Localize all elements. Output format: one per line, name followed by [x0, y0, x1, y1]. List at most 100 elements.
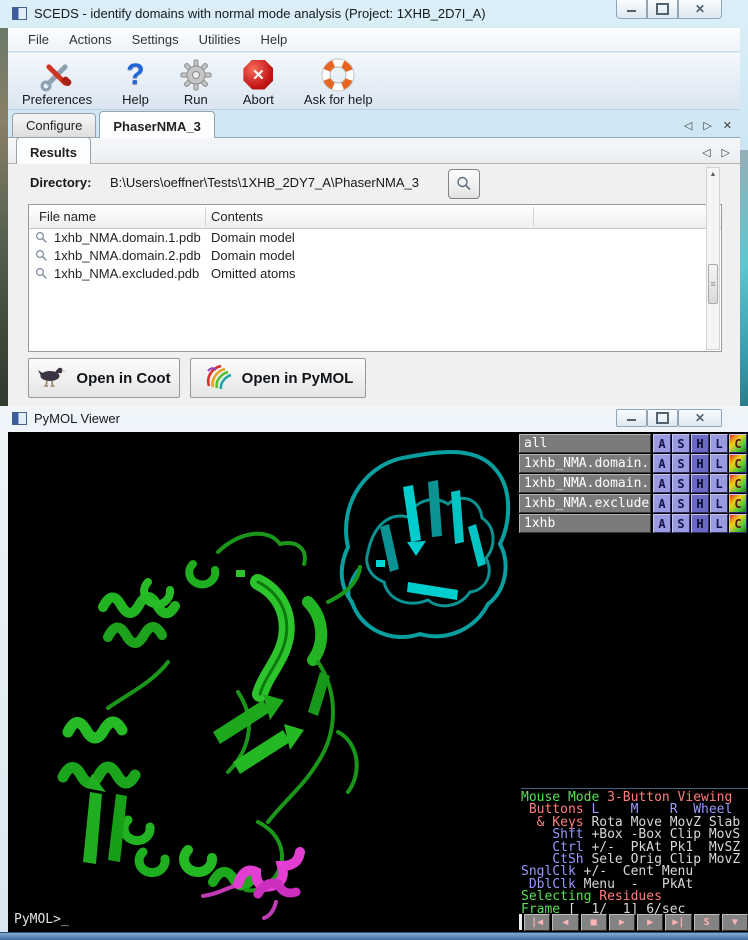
open-in-pymol-button[interactable]: Open in PyMOL — [190, 358, 366, 398]
pymol-gl-area: PyMOL>_ all A S H L C 1xhb_NMA.domain. A… — [8, 432, 748, 932]
menu-help[interactable]: Help — [250, 30, 297, 49]
scroll-thumb[interactable]: ≡ — [708, 264, 718, 304]
preferences-button[interactable]: Preferences — [22, 57, 92, 107]
object-name[interactable]: all — [519, 434, 651, 453]
action-button[interactable]: A — [653, 514, 671, 533]
abort-button[interactable]: ✕ Abort — [243, 57, 274, 107]
object-name[interactable]: 1xhb_NMA.domain. — [519, 474, 651, 493]
tab-configure[interactable]: Configure — [12, 113, 96, 137]
play-button[interactable]: ▶ — [609, 914, 635, 931]
protein-structure-viewport[interactable] — [8, 432, 519, 932]
panel-menu-button[interactable]: ▼ — [722, 914, 748, 931]
scene-button[interactable]: S — [694, 914, 720, 931]
menu-utilities[interactable]: Utilities — [189, 30, 251, 49]
panel-grip[interactable] — [519, 914, 522, 930]
menu-actions[interactable]: Actions — [59, 30, 122, 49]
ask-for-help-button[interactable]: Ask for help — [304, 57, 373, 107]
tab-close-icon[interactable]: ✕ — [723, 119, 732, 132]
toolbar-label: Preferences — [22, 92, 92, 107]
hide-button[interactable]: H — [691, 494, 709, 513]
file-contents: Domain model — [211, 230, 295, 245]
label-button[interactable]: L — [710, 474, 728, 493]
maximize-button[interactable] — [647, 409, 678, 427]
close-button[interactable]: ✕ — [678, 409, 722, 427]
lifebuoy-icon — [321, 57, 355, 92]
show-button[interactable]: S — [672, 474, 690, 493]
sceds-titlebar[interactable]: SCEDS - identify domains with normal mod… — [0, 0, 748, 28]
step-back-button[interactable]: ◀ — [552, 914, 578, 931]
minimize-button[interactable] — [616, 0, 647, 19]
column-contents[interactable]: Contents — [211, 209, 263, 224]
scroll-up-icon[interactable]: ▲ — [707, 168, 719, 180]
directory-label: Directory: — [30, 175, 91, 190]
go-to-start-button[interactable]: |◀ — [524, 914, 550, 931]
color-button[interactable]: C — [729, 454, 747, 473]
table-row[interactable]: 1xhb_NMA.domain.1.pdb Domain model — [29, 229, 721, 247]
browse-directory-button[interactable] — [448, 169, 480, 199]
sceds-window: SCEDS - identify domains with normal mod… — [0, 0, 748, 406]
show-button[interactable]: S — [672, 434, 690, 453]
close-button[interactable]: ✕ — [678, 0, 722, 19]
table-row[interactable]: 1xhb_NMA.domain.2.pdb Domain model — [29, 247, 721, 265]
window-title: SCEDS - identify domains with normal mod… — [34, 6, 486, 21]
object-name[interactable]: 1xhb — [519, 514, 651, 533]
scrollbar[interactable]: ▲ ≡ — [706, 167, 720, 350]
menu-file[interactable]: File — [18, 30, 59, 49]
menu-settings[interactable]: Settings — [122, 30, 189, 49]
minimize-icon — [627, 7, 636, 12]
label-button[interactable]: L — [710, 514, 728, 533]
color-button[interactable]: C — [729, 514, 747, 533]
tab-phasernma3[interactable]: PhaserNMA_3 — [99, 111, 214, 138]
hide-button[interactable]: H — [691, 434, 709, 453]
table-row[interactable]: 1xhb_NMA.excluded.pdb Omitted atoms — [29, 265, 721, 283]
pymol-titlebar[interactable]: PyMOL Viewer ✕ — [0, 406, 748, 434]
maximize-button[interactable] — [647, 0, 678, 19]
label-button[interactable]: L — [710, 454, 728, 473]
tab-results[interactable]: Results — [16, 137, 91, 164]
object-row: 1xhb A S H L C — [519, 514, 748, 533]
go-to-end-button[interactable]: ▶| — [665, 914, 691, 931]
stop-octagon-icon: ✕ — [243, 60, 273, 90]
color-button[interactable]: C — [729, 474, 747, 493]
subtab-scroll-right-icon[interactable]: ▷ — [722, 146, 730, 159]
action-button[interactable]: A — [653, 494, 671, 513]
tab-scroll-left-icon[interactable]: ◁ — [684, 119, 692, 132]
hide-button[interactable]: H — [691, 454, 709, 473]
step-forward-button[interactable]: ▶ — [637, 914, 663, 931]
color-button[interactable]: C — [729, 494, 747, 513]
help-button[interactable]: ? Help — [122, 57, 149, 107]
files-table: File name Contents 1xhb_NMA.domain.1.pdb… — [28, 204, 722, 352]
screen: SCEDS - identify domains with normal mod… — [0, 0, 748, 940]
mouse-mode-panel: Mouse Mode 3-Button Viewing Buttons L M … — [521, 788, 748, 916]
toolbar-label: Abort — [243, 92, 274, 107]
pymol-command-prompt[interactable]: PyMOL>_ — [14, 912, 69, 927]
show-button[interactable]: S — [672, 514, 690, 533]
window-title: PyMOL Viewer — [34, 411, 120, 426]
label-button[interactable]: L — [710, 434, 728, 453]
file-contents: Domain model — [211, 248, 295, 263]
label-button[interactable]: L — [710, 494, 728, 513]
action-button[interactable]: A — [653, 474, 671, 493]
run-button[interactable]: Run — [179, 57, 213, 107]
object-name[interactable]: 1xhb_NMA.exclude — [519, 494, 651, 513]
color-button[interactable]: C — [729, 434, 747, 453]
hide-button[interactable]: H — [691, 514, 709, 533]
hide-button[interactable]: H — [691, 474, 709, 493]
open-in-coot-button[interactable]: Open in Coot — [28, 358, 180, 398]
object-row: all A S H L C — [519, 434, 748, 453]
subtab-scroll-left-icon[interactable]: ◁ — [702, 146, 710, 159]
action-button[interactable]: A — [653, 454, 671, 473]
action-button[interactable]: A — [653, 434, 671, 453]
show-button[interactable]: S — [672, 494, 690, 513]
minimize-button[interactable] — [616, 409, 647, 427]
question-mark-icon: ? — [126, 60, 144, 90]
pymol-ribbon-icon — [203, 361, 233, 395]
show-button[interactable]: S — [672, 454, 690, 473]
toolbar-label: Ask for help — [304, 92, 373, 107]
object-name[interactable]: 1xhb_NMA.domain. — [519, 454, 651, 473]
tab-scroll-right-icon[interactable]: ▷ — [703, 119, 711, 132]
playback-controls: |◀ ◀ ■ ▶ ▶ ▶| S ▼ — [519, 913, 748, 931]
pymol-side-panel: all A S H L C 1xhb_NMA.domain. A S H L C… — [519, 432, 748, 932]
column-file-name[interactable]: File name — [39, 209, 96, 224]
stop-button[interactable]: ■ — [581, 914, 607, 931]
